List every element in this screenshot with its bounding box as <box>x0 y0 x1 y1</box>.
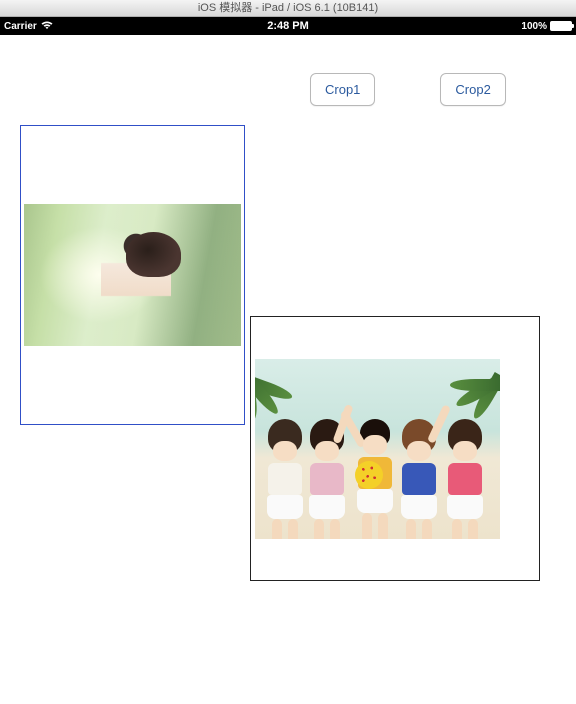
carrier-label: Carrier <box>4 21 37 32</box>
status-time: 2:48 PM <box>267 20 309 32</box>
button-row: Crop1 Crop2 <box>310 73 506 106</box>
crop1-button[interactable]: Crop1 <box>310 73 375 106</box>
image-frame-1[interactable] <box>20 125 245 425</box>
status-left: Carrier <box>4 21 53 32</box>
battery-icon <box>550 21 572 31</box>
wifi-icon <box>41 21 53 32</box>
battery-percent: 100% <box>521 21 547 32</box>
person-4 <box>397 419 441 539</box>
ios-statusbar: Carrier 2:48 PM 100% <box>0 17 576 35</box>
app-content: Crop1 Crop2 <box>0 35 576 704</box>
person-2 <box>305 419 349 539</box>
photo-portrait-girl <box>24 204 241 346</box>
window-title: iOS 模拟器 - iPad / iOS 6.1 (10B141) <box>198 2 378 14</box>
photo-group-beach <box>255 359 500 539</box>
status-right: 100% <box>521 21 572 32</box>
simulator-titlebar: iOS 模拟器 - iPad / iOS 6.1 (10B141) <box>0 0 576 17</box>
beach-ball <box>355 461 383 489</box>
palm-leaves-right <box>450 359 500 404</box>
person-1 <box>263 419 307 539</box>
image-frame-2[interactable] <box>250 316 540 581</box>
palm-leaves-left <box>255 359 305 404</box>
person-5 <box>443 419 487 539</box>
crop2-button[interactable]: Crop2 <box>440 73 505 106</box>
